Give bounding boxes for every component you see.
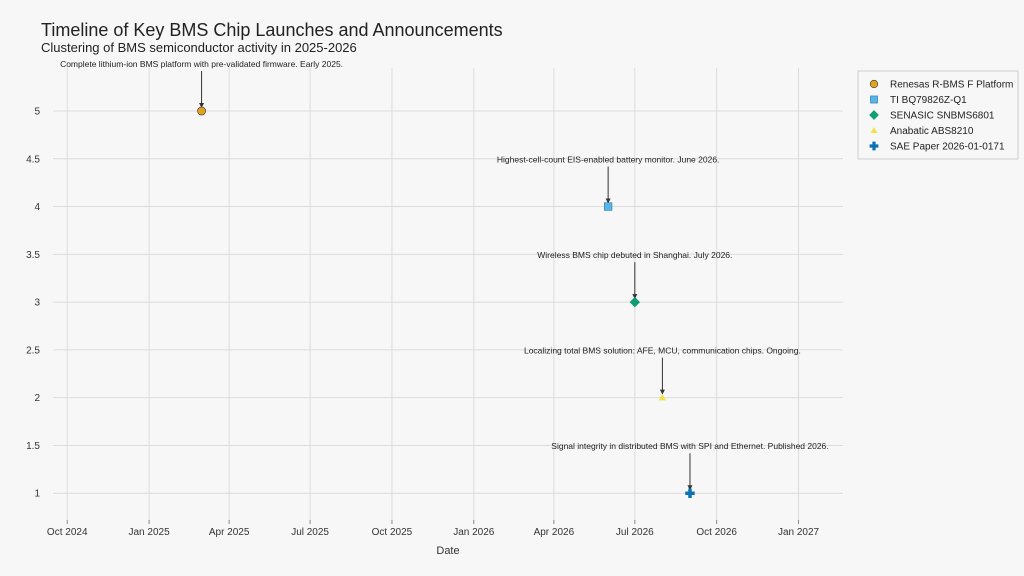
- x-tick-label: Jan 2025: [129, 527, 171, 538]
- legend-label: Anabatic ABS8210: [890, 126, 974, 137]
- x-tick-label: Jul 2026: [616, 527, 654, 538]
- legend-item[interactable]: Renesas R-BMS F Platform: [869, 79, 1013, 91]
- legend-label: TI BQ79826Z-Q1: [890, 95, 967, 106]
- legend-marker: [870, 95, 878, 104]
- y-axis-ticks: 1 1.5 2 2.5 3 3.5 4 4.5 5: [26, 107, 40, 500]
- chart-subtitle: Clustering of BMS semiconductor activity…: [41, 40, 357, 55]
- x-tick-label: Jul 2025: [291, 527, 329, 538]
- x-tick-label: Oct 2026: [696, 527, 737, 538]
- annotation-text: Highest-cell-count EIS-enabled battery m…: [497, 155, 720, 165]
- x-tick-label: Apr 2026: [534, 527, 575, 538]
- x-axis-label: Date: [436, 545, 459, 557]
- annotation-text: Localizing total BMS solution: AFE, MCU,…: [524, 346, 801, 356]
- y-tick-label: 3.5: [26, 250, 40, 261]
- legend[interactable]: Renesas R-BMS F Platform TI BQ79826Z-Q1 SE…: [857, 70, 1019, 160]
- plot-area: [53, 68, 843, 520]
- x-tick-label: Apr 2025: [209, 527, 250, 538]
- plot-background: [53, 68, 843, 520]
- annotation-text: Signal integrity in distributed BMS with…: [551, 441, 828, 451]
- y-tick-label: 2: [34, 393, 40, 404]
- legend-item[interactable]: SAE Paper 2026-01-0171: [869, 142, 1005, 153]
- scatter-chart: Timeline of Key BMS Chip Launches and An…: [26, 20, 1019, 557]
- x-tick-label: Oct 2024: [47, 527, 88, 538]
- y-tick-label: 4: [34, 202, 40, 213]
- chart-title: Timeline of Key BMS Chip Launches and An…: [41, 20, 503, 40]
- annotation-text: Complete lithium-ion BMS platform with p…: [60, 59, 343, 69]
- y-tick-label: 1: [34, 489, 40, 500]
- y-tick-label: 4.5: [26, 154, 40, 165]
- y-tick-label: 1.5: [26, 441, 40, 452]
- legend-label: Renesas R-BMS F Platform: [890, 80, 1013, 91]
- y-tick-label: 5: [34, 107, 40, 118]
- x-tick-label: Jan 2027: [778, 527, 820, 538]
- x-tick-label: Jan 2026: [453, 527, 495, 538]
- chart-container: Timeline of Key BMS Chip Launches and An…: [0, 0, 1024, 576]
- legend-label: SAE Paper 2026-01-0171: [890, 142, 1005, 153]
- legend-marker: [869, 79, 879, 89]
- legend-label: SENASIC SNBMS6801: [890, 111, 995, 122]
- data-point: [197, 106, 206, 116]
- y-tick-label: 3: [34, 298, 40, 309]
- annotation-text: Wireless BMS chip debuted in Shanghai. J…: [537, 250, 732, 260]
- data-point: [604, 202, 613, 211]
- y-tick-label: 2.5: [26, 345, 40, 356]
- x-axis-ticks: Oct 2024 Jan 2025 Apr 2025 Jul 2025 Oct 2025…: [47, 520, 820, 538]
- x-tick-label: Oct 2025: [372, 527, 413, 538]
